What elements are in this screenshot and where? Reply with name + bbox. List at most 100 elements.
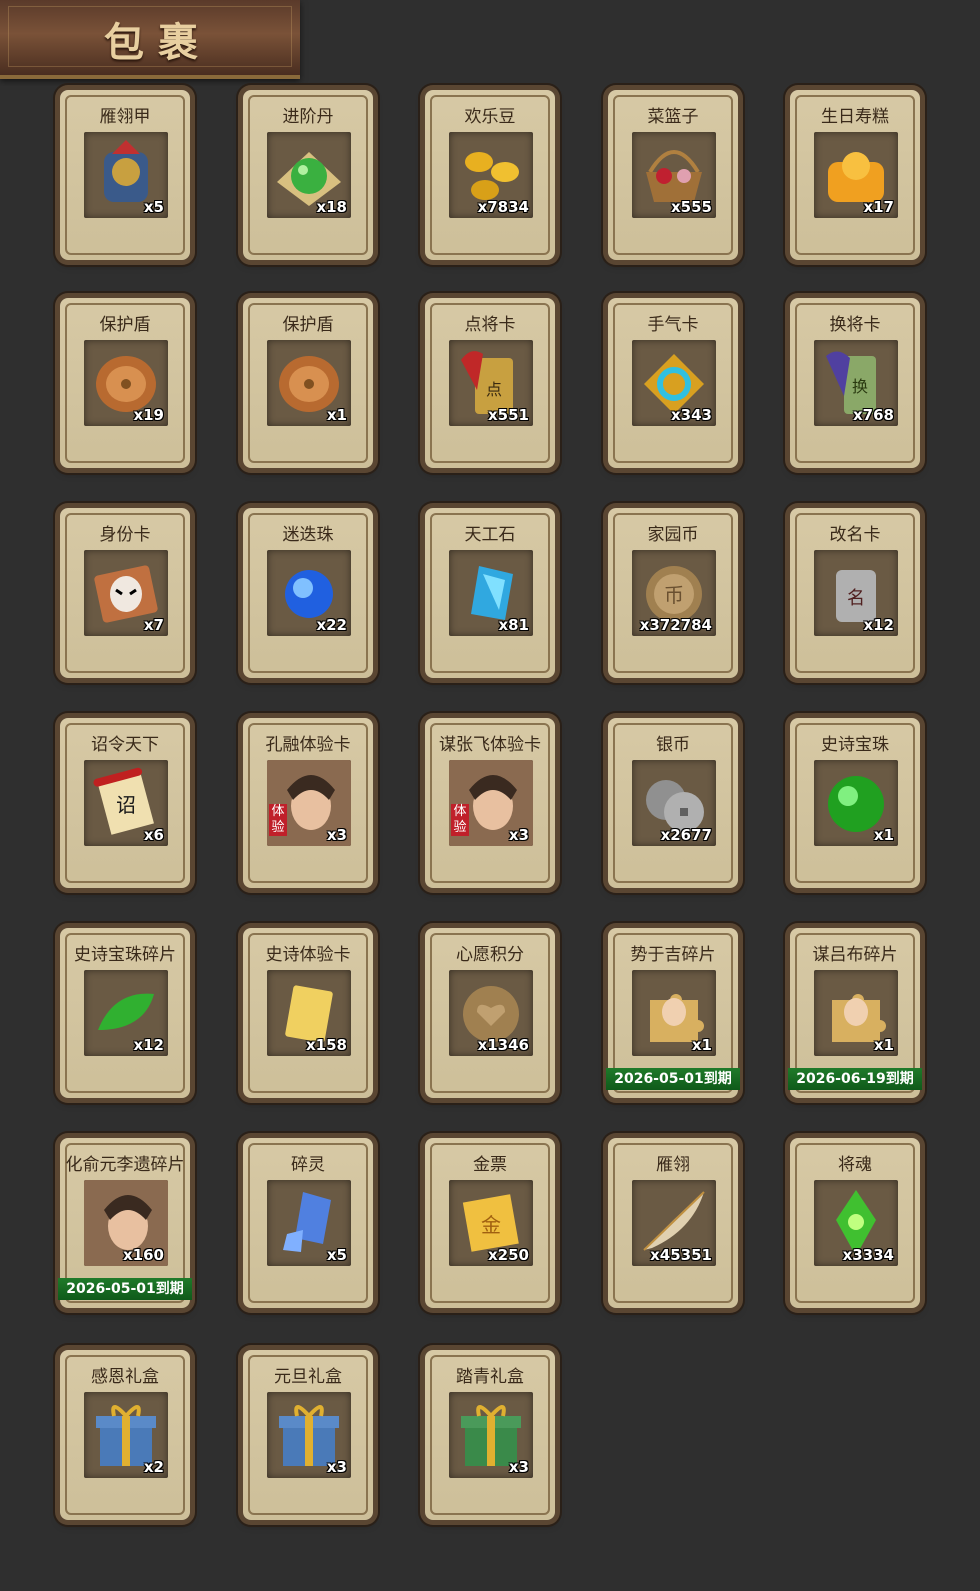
item-count: x551 — [488, 406, 529, 424]
svg-text:点: 点 — [486, 380, 502, 399]
puzzle-icon: x1 — [814, 970, 898, 1056]
inventory-item[interactable]: 手气卡 x343 — [608, 298, 738, 468]
gift-box-icon: x3 — [267, 1392, 351, 1478]
item-count: x45351 — [650, 1246, 712, 1264]
heart-coin-icon: x1346 — [449, 970, 533, 1056]
item-name: 诏令天下 — [91, 735, 159, 755]
inventory-item[interactable]: 谋吕布碎片 x1 2026-06-19到期 — [788, 928, 922, 1098]
scroll-icon: 诏 x6 — [84, 760, 168, 846]
coin-icon: 币 x372784 — [632, 550, 716, 636]
inventory-item[interactable]: 换将卡换 x768 — [790, 298, 920, 468]
item-count: x160 — [123, 1246, 164, 1264]
item-count: x3 — [508, 1458, 529, 1476]
item-count: x5 — [326, 1246, 347, 1264]
item-name: 欢乐豆 — [464, 107, 516, 127]
trial-badge: 体验 — [269, 804, 287, 836]
item-name: 雁翎 — [656, 1155, 690, 1175]
gold-card-icon: x158 — [267, 970, 351, 1056]
item-count: x12 — [863, 616, 894, 634]
inventory-item[interactable]: 家园币币 x372784 — [608, 508, 738, 678]
item-count: x3 — [508, 826, 529, 844]
inventory-item[interactable]: 碎灵 x5 — [243, 1138, 373, 1308]
item-name: 感恩礼盒 — [91, 1367, 159, 1387]
inventory-item[interactable]: 史诗宝珠碎片 x12 — [60, 928, 190, 1098]
item-count: x3334 — [842, 1246, 894, 1264]
item-name: 保护盾 — [99, 315, 151, 335]
inventory-item[interactable]: 改名卡名 x12 — [790, 508, 920, 678]
item-count: x7834 — [477, 198, 529, 216]
green-gift-box-icon: x3 — [449, 1392, 533, 1478]
item-name: 心愿积分 — [456, 945, 524, 965]
luck-card-icon: x343 — [632, 340, 716, 426]
blue-orb-icon: x22 — [267, 550, 351, 636]
inventory-item[interactable]: 将魂 x3334 — [790, 1138, 920, 1308]
green-shard-icon: x12 — [84, 970, 168, 1056]
inventory-item[interactable]: 迷迭珠 x22 — [243, 508, 373, 678]
item-count: x6 — [143, 826, 164, 844]
item-count: x81 — [498, 616, 529, 634]
item-name: 史诗宝珠 — [821, 735, 889, 755]
item-count: x1 — [873, 1036, 894, 1054]
inventory-item[interactable]: 踏青礼盒 x3 — [425, 1350, 555, 1520]
inventory-item[interactable]: 元旦礼盒 x3 — [243, 1350, 373, 1520]
item-count: x19 — [133, 406, 164, 424]
inventory-item[interactable]: 保护盾 x19 — [60, 298, 190, 468]
item-name: 菜篮子 — [647, 107, 699, 127]
inventory-item[interactable]: 雁翎甲 x5 — [60, 90, 190, 260]
item-count: x18 — [316, 198, 347, 216]
inventory-item[interactable]: 天工石 x81 — [425, 508, 555, 678]
inventory-item[interactable]: 诏令天下诏 x6 — [60, 718, 190, 888]
inventory-item[interactable]: 生日寿糕 x17 — [790, 90, 920, 260]
silver-coin-icon: x2677 — [632, 760, 716, 846]
item-count: x3 — [326, 826, 347, 844]
item-name: 势于吉碎片 — [630, 945, 716, 965]
item-name: 史诗宝珠碎片 — [74, 945, 176, 965]
feather-icon: x45351 — [632, 1180, 716, 1266]
inventory-item[interactable]: 心愿积分 x1346 — [425, 928, 555, 1098]
item-name: 金票 — [473, 1155, 507, 1175]
item-name: 碎灵 — [291, 1155, 325, 1175]
inventory-item[interactable]: 保护盾 x1 — [243, 298, 373, 468]
identity-card-icon: x7 — [84, 550, 168, 636]
inventory-item[interactable]: 菜篮子 x555 — [608, 90, 738, 260]
item-name: 将魂 — [838, 1155, 872, 1175]
inventory-item[interactable]: 化俞元李遗碎片 x160 2026-05-01到期 — [58, 1138, 192, 1308]
item-name: 点将卡 — [464, 315, 516, 335]
green-orb-icon: x1 — [814, 760, 898, 846]
inventory-item[interactable]: 雁翎 x45351 — [608, 1138, 738, 1308]
inventory-item[interactable]: 史诗宝珠 x1 — [790, 718, 920, 888]
item-name: 改名卡 — [829, 525, 881, 545]
inventory-item[interactable]: 孔融体验卡 体验 x3 — [243, 718, 373, 888]
item-name: 谋吕布碎片 — [812, 945, 898, 965]
inventory-item[interactable]: 感恩礼盒 x2 — [60, 1350, 190, 1520]
item-name: 手气卡 — [647, 315, 699, 335]
birthday-cake-icon: x17 — [814, 132, 898, 218]
inventory-item[interactable]: 史诗体验卡 x158 — [243, 928, 373, 1098]
item-count: x250 — [488, 1246, 529, 1264]
item-name: 谋张飞体验卡 — [439, 735, 541, 755]
item-name: 换将卡 — [829, 315, 881, 335]
item-name: 生日寿糕 — [821, 107, 889, 127]
item-count: x1 — [873, 826, 894, 844]
inventory-item[interactable]: 谋张飞体验卡 体验 x3 — [425, 718, 555, 888]
item-name: 身份卡 — [99, 525, 151, 545]
svg-text:币: 币 — [664, 583, 684, 607]
general-card-icon: 点 x551 — [449, 340, 533, 426]
item-count: x2 — [143, 1458, 164, 1476]
item-name: 踏青礼盒 — [456, 1367, 524, 1387]
item-name: 史诗体验卡 — [265, 945, 351, 965]
inventory-item[interactable]: 金票金 x250 — [425, 1138, 555, 1308]
basket-icon: x555 — [632, 132, 716, 218]
item-count: x158 — [306, 1036, 347, 1054]
inventory-item[interactable]: 身份卡 x7 — [60, 508, 190, 678]
inventory-item[interactable]: 进阶丹 x18 — [243, 90, 373, 260]
svg-text:换: 换 — [852, 377, 868, 396]
swap-card-icon: 换 x768 — [814, 340, 898, 426]
inventory-grid: 雁翎甲 x5 进阶丹 x18 欢乐豆 x7834 菜篮子 x555 生日寿糕 x17 保护盾 x19 保… — [0, 0, 980, 1591]
item-count: x768 — [853, 406, 894, 424]
inventory-item[interactable]: 银币 x2677 — [608, 718, 738, 888]
inventory-item[interactable]: 欢乐豆 x7834 — [425, 90, 555, 260]
inventory-item[interactable]: 势于吉碎片 x1 2026-05-01到期 — [606, 928, 740, 1098]
expiry-banner: 2026-06-19到期 — [788, 1068, 922, 1090]
inventory-item[interactable]: 点将卡点 x551 — [425, 298, 555, 468]
